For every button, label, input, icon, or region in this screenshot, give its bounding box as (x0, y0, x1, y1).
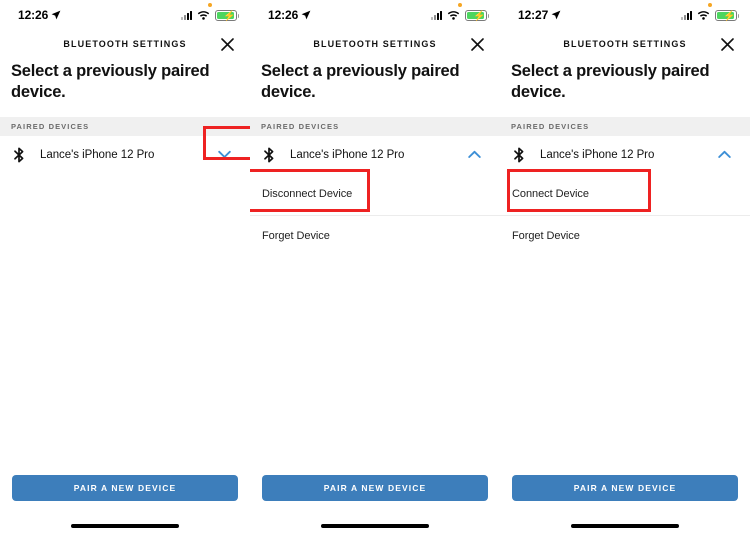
bluetooth-icon (11, 147, 27, 163)
pair-a-new-device-button[interactable]: PAIR A NEW DEVICE (512, 475, 738, 501)
page-title: Select a previously paired device. (511, 62, 710, 101)
close-icon[interactable] (218, 35, 236, 53)
wifi-icon (197, 11, 210, 20)
privacy-indicator-dot (458, 3, 462, 7)
home-indicator (571, 524, 679, 528)
section-header-paired-devices: PAIRED DEVICES (250, 116, 500, 136)
pair-a-new-device-button[interactable]: PAIR A NEW DEVICE (12, 475, 238, 501)
section-header-paired-devices: PAIRED DEVICES (500, 116, 750, 136)
status-time: 12:27 (518, 8, 549, 22)
bluetooth-icon (511, 147, 527, 163)
action-disconnect-device[interactable]: Disconnect Device (250, 174, 500, 215)
device-row[interactable]: Lance's iPhone 12 Pro (500, 136, 750, 174)
bottom-area: PAIR A NEW DEVICE (500, 475, 750, 536)
action-forget-device[interactable]: Forget Device (250, 216, 500, 257)
status-time: 12:26 (18, 8, 49, 22)
section-label: PAIRED DEVICES (511, 121, 590, 131)
modal-header: BLUETOOTH SETTINGS (250, 30, 500, 58)
screenshot-strip: 12:26 ⚡ BLUETOOTH SETTINGS Select a prev… (0, 0, 750, 536)
battery-charging-icon: ⚡ (465, 9, 489, 22)
page-title: Select a previously paired device. (261, 62, 460, 101)
status-bar: 12:26 ⚡ (250, 0, 500, 30)
header-title: BLUETOOTH SETTINGS (313, 39, 437, 49)
pair-a-new-device-button[interactable]: PAIR A NEW DEVICE (262, 475, 488, 501)
close-icon[interactable] (718, 35, 736, 53)
phone-screen-2: 12:26 ⚡ BLUETOOTH SETTINGS Select a prev… (250, 0, 500, 536)
device-name: Lance's iPhone 12 Pro (40, 148, 155, 161)
location-arrow-icon (551, 10, 561, 20)
bottom-area: PAIR A NEW DEVICE (0, 475, 250, 536)
modal-header: BLUETOOTH SETTINGS (0, 30, 250, 58)
privacy-indicator-dot (708, 3, 712, 7)
home-indicator (321, 524, 429, 528)
chevron-down-icon[interactable] (216, 147, 232, 163)
section-label: PAIRED DEVICES (261, 121, 340, 131)
device-name: Lance's iPhone 12 Pro (290, 148, 405, 161)
page-title: Select a previously paired device. (11, 62, 210, 101)
home-indicator (71, 524, 179, 528)
action-connect-device[interactable]: Connect Device (500, 174, 750, 215)
close-icon[interactable] (468, 35, 486, 53)
header-title: BLUETOOTH SETTINGS (63, 39, 187, 49)
status-icons: ⚡ (181, 9, 239, 22)
bottom-area: PAIR A NEW DEVICE (250, 475, 500, 536)
wifi-icon (447, 11, 460, 20)
status-time: 12:26 (268, 8, 299, 22)
phone-screen-1: 12:26 ⚡ BLUETOOTH SETTINGS Select a prev… (0, 0, 250, 536)
privacy-indicator-dot (208, 3, 212, 7)
location-arrow-icon (51, 10, 61, 20)
cellular-signal-icon (681, 10, 692, 20)
header-title: BLUETOOTH SETTINGS (563, 39, 687, 49)
section-header-paired-devices: PAIRED DEVICES (0, 116, 250, 136)
cellular-signal-icon (431, 10, 442, 20)
status-bar: 12:26 ⚡ (0, 0, 250, 30)
battery-charging-icon: ⚡ (215, 9, 239, 22)
action-forget-device[interactable]: Forget Device (500, 216, 750, 257)
status-time-group: 12:27 (518, 8, 561, 22)
section-label: PAIRED DEVICES (11, 121, 90, 131)
bluetooth-icon (261, 147, 277, 163)
status-bar: 12:27 ⚡ (500, 0, 750, 30)
status-time-group: 12:26 (18, 8, 61, 22)
device-row[interactable]: Lance's iPhone 12 Pro (250, 136, 500, 174)
phone-screen-3: 12:27 ⚡ BLUETOOTH SETTINGS Select a prev… (500, 0, 750, 536)
wifi-icon (697, 11, 710, 20)
status-time-group: 12:26 (268, 8, 311, 22)
modal-header: BLUETOOTH SETTINGS (500, 30, 750, 58)
device-row[interactable]: Lance's iPhone 12 Pro (0, 136, 250, 174)
chevron-up-icon[interactable] (716, 147, 732, 163)
battery-charging-icon: ⚡ (715, 9, 739, 22)
device-name: Lance's iPhone 12 Pro (540, 148, 655, 161)
chevron-up-icon[interactable] (466, 147, 482, 163)
location-arrow-icon (301, 10, 311, 20)
status-icons: ⚡ (431, 9, 489, 22)
cellular-signal-icon (181, 10, 192, 20)
status-icons: ⚡ (681, 9, 739, 22)
